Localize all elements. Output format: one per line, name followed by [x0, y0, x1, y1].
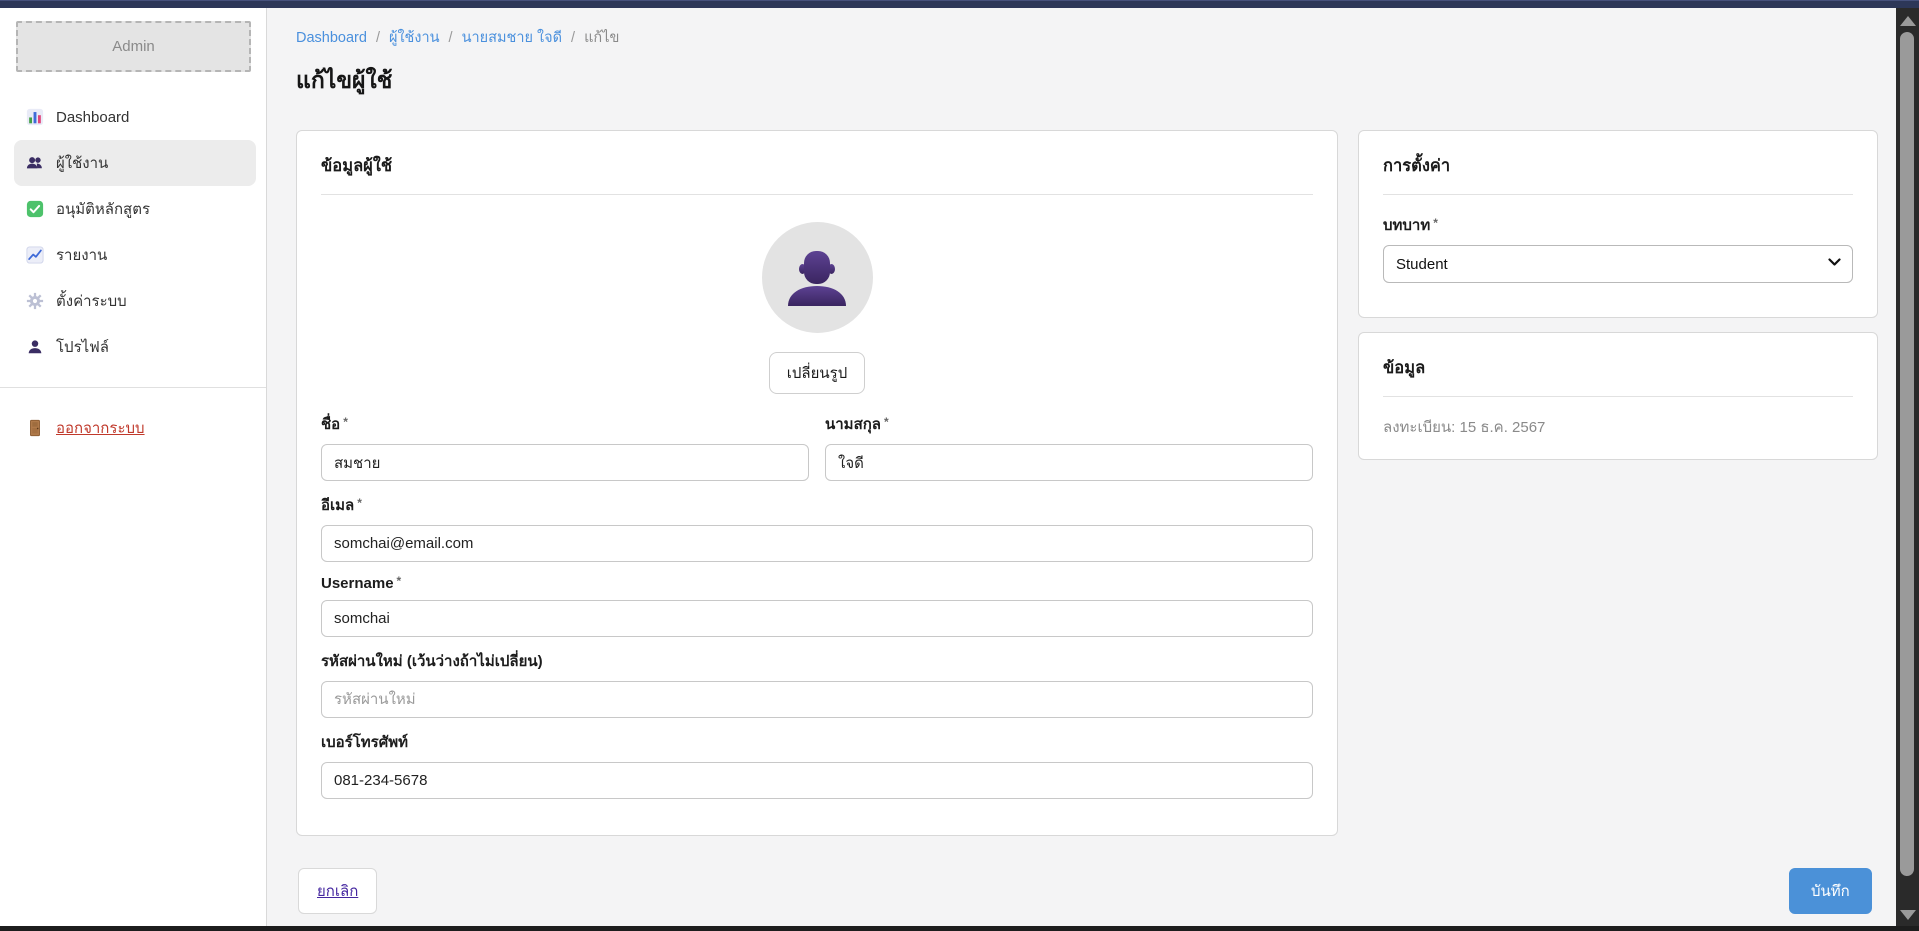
info-card-title: ข้อมูล — [1359, 333, 1877, 381]
required-mark: * — [343, 415, 348, 429]
email-field[interactable] — [321, 525, 1313, 562]
breadcrumb: Dashboard / ผู้ใช้งาน / นายสมชาย ใจดี / … — [296, 26, 619, 49]
breadcrumb-separator: / — [571, 30, 575, 46]
sidebar-item-users[interactable]: ผู้ใช้งาน — [14, 140, 256, 186]
sidebar-item-profile[interactable]: โปรไฟล์ — [14, 324, 256, 370]
breadcrumb-link-user-name[interactable]: นายสมชาย ใจดี — [462, 26, 562, 49]
logout-label: ออกจากระบบ — [56, 416, 145, 440]
new-password-label: รหัสผ่านใหม่ (เว้นว่างถ้าไม่เปลี่ยน) — [321, 649, 1313, 673]
settings-card-title: การตั้งค่า — [1359, 131, 1877, 179]
settings-card: การตั้งค่า บทบาท* Student — [1358, 130, 1878, 318]
door-icon — [26, 419, 44, 437]
phone-field[interactable] — [321, 762, 1313, 799]
role-label: บทบาท* — [1383, 213, 1853, 237]
username-label: Username* — [321, 574, 1313, 592]
brand-placeholder: Admin — [16, 21, 251, 72]
sidebar-item-label: โปรไฟล์ — [56, 335, 109, 359]
vertical-scrollbar[interactable] — [1896, 8, 1919, 926]
role-select[interactable]: Student — [1383, 245, 1853, 283]
scroll-down-icon[interactable] — [1900, 910, 1916, 920]
sidebar-item-reports[interactable]: รายงาน — [14, 232, 256, 278]
sidebar-item-system-settings[interactable]: ตั้งค่าระบบ — [14, 278, 256, 324]
brand-label: Admin — [112, 38, 155, 55]
username-field[interactable] — [321, 600, 1313, 637]
info-card: ข้อมูล ลงทะเบียน: 15 ธ.ค. 2567 — [1358, 332, 1878, 460]
sidebar-item-label: อนุมัติหลักสูตร — [56, 197, 150, 221]
change-photo-button[interactable]: เปลี่ยนรูป — [769, 352, 865, 394]
breadcrumb-separator: / — [376, 30, 380, 46]
sidebar-menu: Dashboard ผู้ใช้งาน อนุมัติหลักสูตร รายง… — [0, 94, 266, 451]
last-name-label: นามสกุล* — [825, 412, 1313, 436]
sidebar-divider — [0, 387, 266, 388]
first-name-label: ชื่อ* — [321, 412, 809, 436]
sidebar-item-label: Dashboard — [56, 109, 129, 126]
sidebar-item-label: ตั้งค่าระบบ — [56, 289, 127, 313]
main-content: Dashboard / ผู้ใช้งาน / นายสมชาย ใจดี / … — [268, 8, 1896, 926]
line-chart-icon — [26, 246, 44, 264]
breadcrumb-current: แก้ไข — [584, 26, 619, 49]
required-mark: * — [1433, 216, 1438, 230]
page-title: แก้ไขผู้ใช้ — [296, 63, 392, 99]
user-avatar — [762, 222, 873, 333]
scrollbar-thumb[interactable] — [1900, 32, 1914, 876]
person-icon — [26, 338, 44, 356]
window-bottom-edge — [0, 926, 1919, 931]
card-title: ข้อมูลผู้ใช้ — [297, 131, 1337, 179]
sidebar-item-logout[interactable]: ออกจากระบบ — [14, 405, 256, 451]
cancel-button[interactable]: ยกเลิก — [298, 868, 377, 914]
phone-label: เบอร์โทรศัพท์ — [321, 730, 1313, 754]
users-icon — [26, 154, 44, 172]
sidebar: Admin Dashboard ผู้ใช้งาน อนุมัติหลักสูต… — [0, 8, 267, 926]
save-button[interactable]: บันทึก — [1789, 868, 1872, 914]
window-title-bar — [0, 0, 1919, 8]
breadcrumb-separator: / — [449, 30, 453, 46]
sidebar-item-dashboard[interactable]: Dashboard — [14, 94, 256, 140]
scroll-up-icon[interactable] — [1900, 16, 1916, 26]
sidebar-item-label: ผู้ใช้งาน — [56, 151, 108, 175]
registered-date-text: ลงทะเบียน: 15 ธ.ค. 2567 — [1383, 415, 1853, 439]
bar-chart-icon — [26, 108, 44, 126]
gear-icon — [26, 292, 44, 310]
required-mark: * — [397, 574, 402, 588]
required-mark: * — [884, 415, 889, 429]
breadcrumb-link-users[interactable]: ผู้ใช้งาน — [389, 26, 440, 49]
first-name-field[interactable] — [321, 444, 809, 481]
card-divider — [321, 194, 1313, 195]
check-icon — [26, 200, 44, 218]
user-info-card: ข้อมูลผู้ใช้ — [296, 130, 1338, 836]
new-password-field[interactable] — [321, 681, 1313, 718]
last-name-field[interactable] — [825, 444, 1313, 481]
sidebar-item-approve-courses[interactable]: อนุมัติหลักสูตร — [14, 186, 256, 232]
cancel-button-label: ยกเลิก — [317, 883, 358, 900]
breadcrumb-link-dashboard[interactable]: Dashboard — [296, 30, 367, 46]
required-mark: * — [357, 496, 362, 510]
sidebar-item-label: รายงาน — [56, 243, 107, 267]
email-label: อีเมล* — [321, 493, 1313, 517]
